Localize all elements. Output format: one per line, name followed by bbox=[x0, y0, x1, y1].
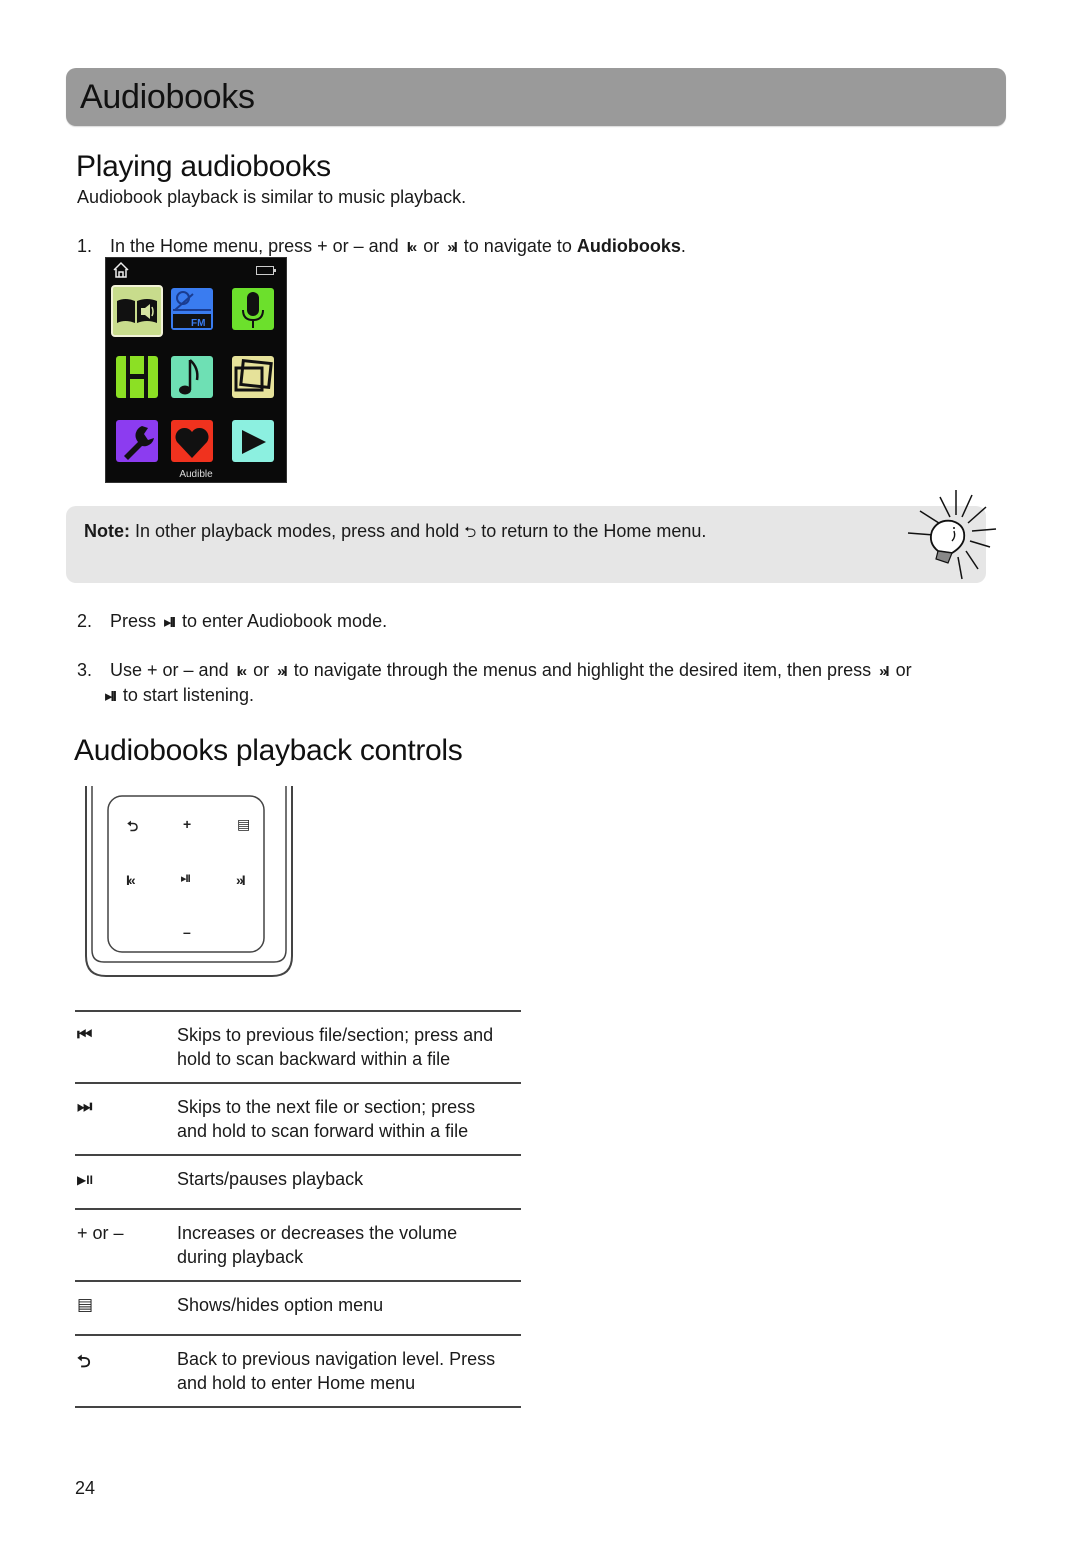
menu-icon: ▤ bbox=[77, 1295, 94, 1314]
play-pause-icon: ▸II bbox=[105, 688, 117, 705]
previous-icon: I« bbox=[406, 239, 417, 256]
step-text: to navigate to bbox=[463, 236, 572, 256]
description-line: Starts/pauses playback bbox=[177, 1169, 364, 1189]
step-text: to navigate through the menus and highli… bbox=[293, 660, 872, 680]
tile-now-playing[interactable] bbox=[232, 420, 274, 462]
step-text: to start listening. bbox=[122, 685, 254, 705]
controls-table: ⏮ Skips to previous file/section; press … bbox=[75, 1010, 521, 1408]
tile-music[interactable] bbox=[171, 356, 213, 398]
photos-icon bbox=[234, 358, 273, 392]
tile-audiobooks[interactable] bbox=[111, 285, 163, 337]
play-pause-button[interactable]: ▸II bbox=[181, 872, 191, 885]
step-target: Audiobooks bbox=[576, 236, 681, 256]
microphone-icon bbox=[242, 292, 264, 328]
previous-track-icon: ⏮ bbox=[77, 1025, 93, 1044]
play-pause-icon: ▶II bbox=[77, 1173, 93, 1187]
volume-keys: + or – bbox=[77, 1223, 124, 1243]
play-icon bbox=[242, 430, 266, 454]
description-line: hold to scan backward within a file bbox=[177, 1049, 451, 1069]
wrench-icon bbox=[124, 426, 154, 460]
step-text: In the Home menu, press + or – and bbox=[110, 236, 399, 256]
note-text: Note: In other playback modes, press and… bbox=[84, 521, 706, 547]
play-pause-icon: ▸II bbox=[164, 614, 176, 631]
step-2: 2. Press ▸II to enter Audiobook mode. bbox=[77, 609, 387, 635]
row-description: Back to previous navigation level. Press… bbox=[177, 1347, 521, 1395]
tile-favorites[interactable] bbox=[171, 420, 213, 462]
back-button[interactable]: ⮌ bbox=[127, 816, 138, 840]
radio-icon: FM bbox=[173, 291, 211, 329]
home-icon bbox=[113, 261, 129, 278]
note-box: Note: In other playback modes, press and… bbox=[66, 506, 986, 583]
device-controls-diagram: ⮌ + ▤ I« ▸II »I – bbox=[84, 786, 294, 980]
intro-text: Audiobook playback is similar to music p… bbox=[77, 187, 467, 207]
table-row: ⮌ Back to previous navigation level. Pre… bbox=[75, 1334, 521, 1408]
screen-caption: Audible bbox=[179, 469, 213, 480]
step-number: 1. bbox=[77, 236, 93, 256]
chapter-header-bar: Audiobooks bbox=[66, 68, 1006, 126]
tile-videos[interactable] bbox=[116, 356, 158, 398]
tile-fm-radio[interactable]: FM bbox=[171, 288, 213, 330]
note-label: Note: bbox=[84, 521, 130, 541]
row-description: Starts/pauses playback bbox=[177, 1167, 521, 1191]
table-row: ⏮ Skips to previous file/section; press … bbox=[75, 1010, 521, 1082]
audiobook-icon bbox=[117, 299, 157, 323]
description-line: Skips to previous file/section; press an… bbox=[177, 1025, 494, 1045]
tile-settings[interactable] bbox=[116, 420, 158, 462]
menu-button[interactable]: ▤ bbox=[237, 816, 250, 833]
svg-text:FM: FM bbox=[191, 318, 205, 329]
description-line: during playback bbox=[177, 1247, 304, 1267]
step-text: . bbox=[680, 236, 686, 256]
step-text: to enter Audiobook mode. bbox=[181, 611, 388, 631]
next-button[interactable]: »I bbox=[236, 872, 246, 888]
next-icon: »I bbox=[879, 663, 889, 680]
row-description: Skips to previous file/section; press an… bbox=[177, 1023, 521, 1071]
section-title-controls: Audiobooks playback controls bbox=[74, 734, 463, 767]
step-3: 3. Use + or – and I« or »I to navigate t… bbox=[77, 658, 912, 684]
step-number: 3. bbox=[77, 660, 93, 680]
page-number: 24 bbox=[75, 1478, 96, 1498]
step-text: Press bbox=[110, 611, 157, 631]
next-track-icon: ⏭ bbox=[77, 1097, 93, 1116]
description-line: Increases or decreases the volume bbox=[177, 1223, 458, 1243]
next-icon: »I bbox=[447, 239, 457, 256]
table-row: ▶II Starts/pauses playback bbox=[75, 1154, 521, 1208]
row-description: Increases or decreases the volume during… bbox=[177, 1221, 521, 1269]
tile-photos[interactable] bbox=[232, 356, 274, 398]
back-icon: ⮌ bbox=[464, 524, 477, 541]
device-home-screen: FM Audible bbox=[105, 257, 287, 483]
back-icon: ⮌ bbox=[77, 1352, 91, 1371]
step-text: or bbox=[895, 660, 912, 680]
row-description: Shows/hides option menu bbox=[177, 1293, 521, 1317]
step-text: Use + or – and bbox=[110, 660, 229, 680]
section-title-playing: Playing audiobooks bbox=[76, 150, 331, 183]
table-row: ⏭ Skips to the next file or section; pre… bbox=[75, 1082, 521, 1154]
volume-up-button[interactable]: + bbox=[183, 816, 191, 832]
previous-icon: I« bbox=[236, 663, 247, 680]
step-text: or bbox=[423, 236, 440, 256]
tile-recorder[interactable] bbox=[232, 288, 274, 330]
lightbulb-icon bbox=[907, 490, 997, 580]
note-body: to return to the Home menu. bbox=[481, 521, 707, 541]
description-line: Shows/hides option menu bbox=[177, 1295, 384, 1315]
next-icon: »I bbox=[277, 663, 287, 680]
heart-icon bbox=[175, 427, 209, 458]
chapter-title: Audiobooks bbox=[80, 78, 255, 116]
step-number: 2. bbox=[77, 611, 93, 631]
step-text: or bbox=[253, 660, 270, 680]
music-note-icon bbox=[179, 359, 199, 395]
table-row: ▤ Shows/hides option menu bbox=[75, 1280, 521, 1334]
description-line: and hold to scan forward within a file bbox=[177, 1121, 469, 1141]
row-description: Skips to the next file or section; press… bbox=[177, 1095, 521, 1143]
table-row: + or – Increases or decreases the volume… bbox=[75, 1208, 521, 1280]
note-body: In other playback modes, press and hold bbox=[135, 521, 460, 541]
description-line: and hold to enter Home menu bbox=[177, 1373, 416, 1393]
volume-down-button[interactable]: – bbox=[183, 924, 191, 940]
film-icon bbox=[126, 356, 148, 398]
description-line: Back to previous navigation level. Press bbox=[177, 1349, 496, 1369]
previous-button[interactable]: I« bbox=[126, 872, 136, 888]
battery-icon bbox=[256, 266, 276, 275]
description-line: Skips to the next file or section; press bbox=[177, 1097, 476, 1117]
step-3-continued: ▸II to start listening. bbox=[105, 683, 254, 709]
